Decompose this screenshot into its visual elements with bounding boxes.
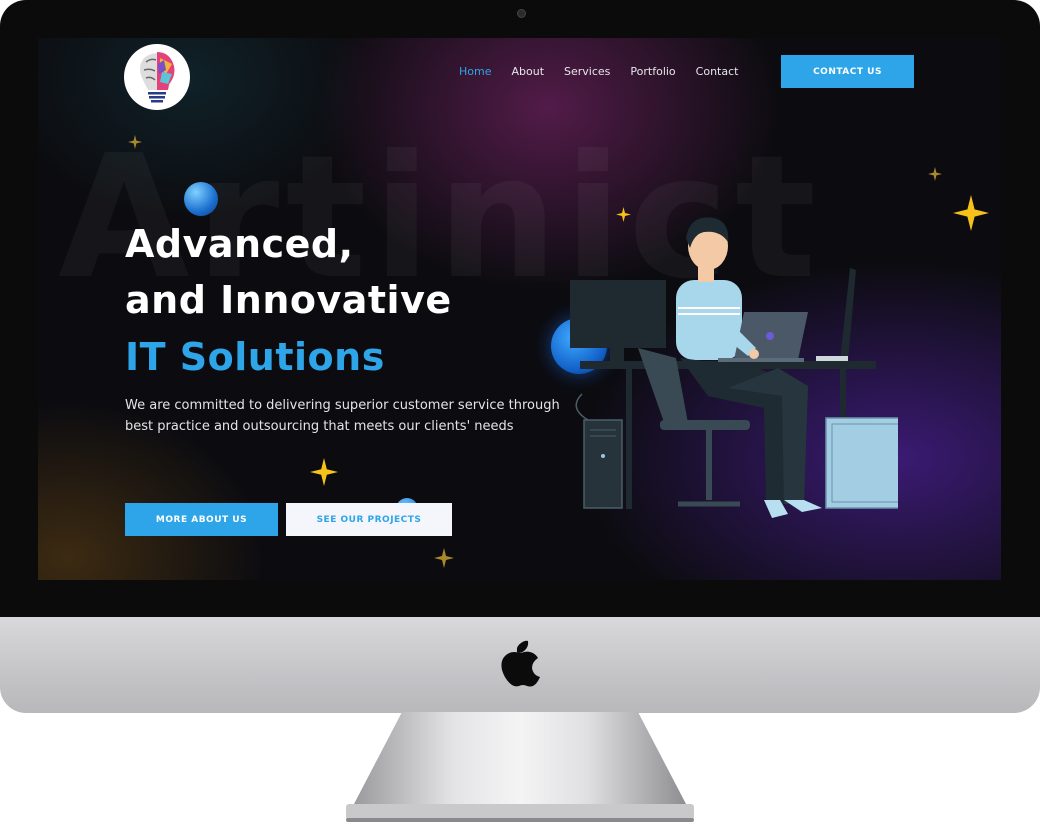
nav-portfolio[interactable]: Portfolio	[630, 65, 675, 78]
brain-bulb-logo-icon[interactable]	[124, 44, 190, 110]
apple-logo-icon	[501, 640, 540, 687]
imac-chin	[0, 617, 1040, 713]
sparkle-star-icon	[310, 458, 338, 486]
developer-at-desk-illustration	[570, 217, 898, 518]
headline-line-2: and Innovative	[125, 278, 452, 322]
main-nav: Home About Services Portfolio Contact	[459, 65, 758, 78]
nav-contact[interactable]: Contact	[696, 65, 739, 78]
nav-home[interactable]: Home	[459, 65, 491, 78]
sparkle-star-icon	[953, 195, 989, 231]
nav-services[interactable]: Services	[564, 65, 610, 78]
website-screen: Artinict Home About Services Portfolio C…	[38, 38, 1001, 580]
imac-stand	[346, 712, 694, 822]
sparkle-star-icon	[928, 167, 942, 181]
sparkle-star-icon	[434, 548, 454, 568]
nav-about[interactable]: About	[511, 65, 544, 78]
headline-line-3: IT Solutions	[125, 335, 385, 379]
contact-us-button[interactable]: CONTACT US	[781, 55, 914, 88]
camera-icon	[517, 9, 526, 18]
sparkle-star-icon	[128, 135, 142, 149]
headline-line-1: Advanced,	[125, 222, 354, 266]
hero-subtitle: We are committed to delivering superior …	[125, 398, 560, 434]
decorative-orb	[184, 182, 218, 216]
more-about-us-button[interactable]: MORE ABOUT US	[125, 503, 278, 536]
see-our-projects-button[interactable]: SEE OUR PROJECTS	[286, 503, 452, 536]
